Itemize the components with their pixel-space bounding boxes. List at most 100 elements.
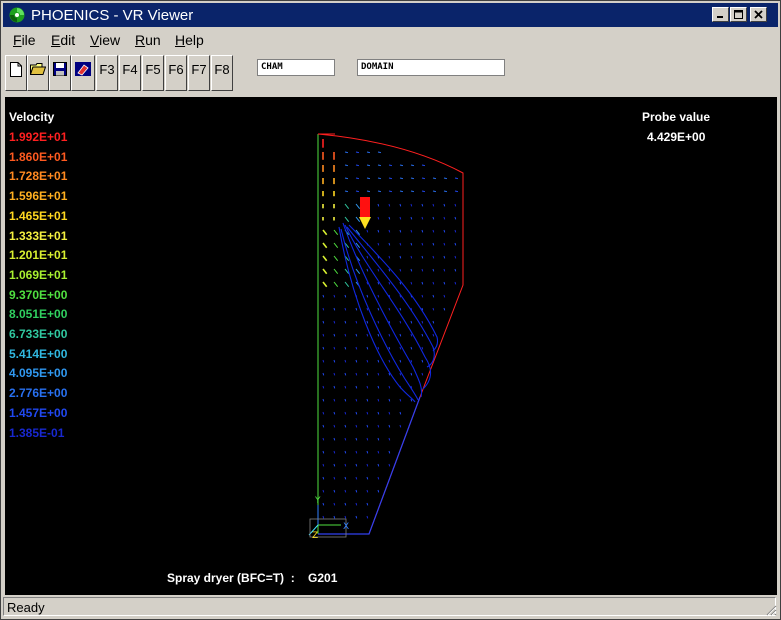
velocity-vector <box>432 255 435 259</box>
velocity-vector <box>322 320 325 324</box>
velocity-vector <box>377 385 380 389</box>
status-text: Ready <box>3 597 776 616</box>
velocity-vector <box>344 385 347 389</box>
graphics-viewport[interactable]: Velocity 1.992E+01 1.860E+01 1.728E+01 1.59… <box>5 97 777 595</box>
velocity-vector <box>333 320 336 324</box>
cham-field[interactable]: CHAM <box>257 59 335 76</box>
velocity-vector <box>366 320 369 324</box>
domain-outline-red <box>317 133 464 535</box>
velocity-vector <box>388 463 391 467</box>
velocity-vector <box>366 359 369 363</box>
velocity-vector <box>355 489 358 493</box>
velocity-vector <box>399 229 402 233</box>
domain-field[interactable]: DOMAIN <box>357 59 505 76</box>
velocity-vector <box>377 359 380 363</box>
menu-help[interactable]: Help <box>175 32 204 48</box>
new-button[interactable] <box>5 55 27 91</box>
f5-button[interactable]: F5 <box>142 55 164 91</box>
velocity-vector <box>443 294 446 298</box>
title-bar[interactable]: PHOENICS - VR Viewer <box>3 3 778 27</box>
f4-button[interactable]: F4 <box>119 55 141 91</box>
velocity-vector <box>344 307 347 311</box>
velocity-vector <box>399 359 402 363</box>
velocity-vectors <box>322 139 459 519</box>
menu-file[interactable]: File <box>13 32 36 48</box>
velocity-vector <box>410 229 413 233</box>
maximize-button[interactable] <box>730 7 747 22</box>
velocity-vector <box>344 502 347 506</box>
velocity-vector <box>322 307 325 311</box>
axis-y-label: Y <box>314 496 321 506</box>
minimize-icon <box>717 16 723 18</box>
velocity-vector <box>410 320 413 324</box>
particle-track <box>340 228 419 401</box>
velocity-vector <box>377 294 380 298</box>
menu-edit[interactable]: Edit <box>51 32 75 48</box>
minimize-button[interactable] <box>712 7 729 22</box>
velocity-vector <box>366 177 371 180</box>
flow-plot[interactable]: Y X Z <box>5 97 777 595</box>
velocity-vector <box>355 437 358 441</box>
velocity-vector <box>421 203 424 207</box>
new-file-icon <box>10 62 22 77</box>
velocity-vector <box>322 372 325 376</box>
velocity-vector <box>377 177 382 180</box>
save-button[interactable] <box>49 55 71 91</box>
velocity-vector <box>454 177 459 180</box>
velocity-vector <box>333 385 336 389</box>
velocity-vector <box>355 385 358 389</box>
velocity-vector <box>432 242 435 246</box>
velocity-vector <box>421 320 424 324</box>
menu-run[interactable]: Run <box>135 32 161 48</box>
f7-button[interactable]: F7 <box>188 55 210 91</box>
velocity-vector <box>344 281 350 288</box>
f3-button[interactable]: F3 <box>96 55 118 91</box>
f8-button[interactable]: F8 <box>211 55 233 91</box>
velocity-vector <box>333 307 336 311</box>
domain-outline-blue <box>318 396 421 535</box>
velocity-vector <box>344 203 350 210</box>
velocity-vector <box>421 294 424 298</box>
velocity-vector <box>410 242 413 246</box>
close-icon <box>754 10 763 19</box>
velocity-vector <box>333 268 339 275</box>
velocity-vector <box>443 242 446 246</box>
velocity-vector <box>410 346 413 350</box>
velocity-vector <box>377 489 380 493</box>
velocity-vector <box>399 177 404 180</box>
velocity-vector <box>388 229 391 233</box>
velocity-vector <box>377 476 380 480</box>
velocity-vector <box>377 450 380 454</box>
maximize-icon <box>734 10 743 19</box>
velocity-vector <box>344 489 347 493</box>
velocity-vector <box>399 203 402 207</box>
particle-track <box>346 226 435 368</box>
velocity-vector <box>355 320 358 324</box>
velocity-vector <box>355 203 361 210</box>
velocity-vector <box>377 424 380 428</box>
menu-bar: File Edit View Run Help <box>3 29 778 51</box>
velocity-vector <box>432 216 435 220</box>
velocity-vector <box>344 411 347 415</box>
velocity-vector <box>443 268 446 272</box>
open-button[interactable] <box>27 55 49 91</box>
velocity-vector <box>344 476 347 480</box>
velocity-vector <box>399 320 402 324</box>
velocity-vector <box>322 359 325 363</box>
velocity-vector <box>377 164 382 167</box>
velocity-vector <box>432 333 435 337</box>
velocity-vector <box>388 450 391 454</box>
resize-grip-icon[interactable] <box>765 604 777 616</box>
velocity-vector <box>399 164 404 167</box>
velocity-vector <box>410 281 413 285</box>
f6-button[interactable]: F6 <box>165 55 187 91</box>
velocity-vector <box>355 177 360 180</box>
probe-value: 4.429E+00 <box>647 130 706 144</box>
menu-view[interactable]: View <box>90 32 120 48</box>
close-button[interactable] <box>750 7 767 22</box>
velocity-vector <box>366 398 369 402</box>
velocity-vector <box>344 450 347 454</box>
erase-button[interactable] <box>71 55 95 91</box>
particle-track <box>342 222 423 398</box>
velocity-vector <box>366 502 369 506</box>
